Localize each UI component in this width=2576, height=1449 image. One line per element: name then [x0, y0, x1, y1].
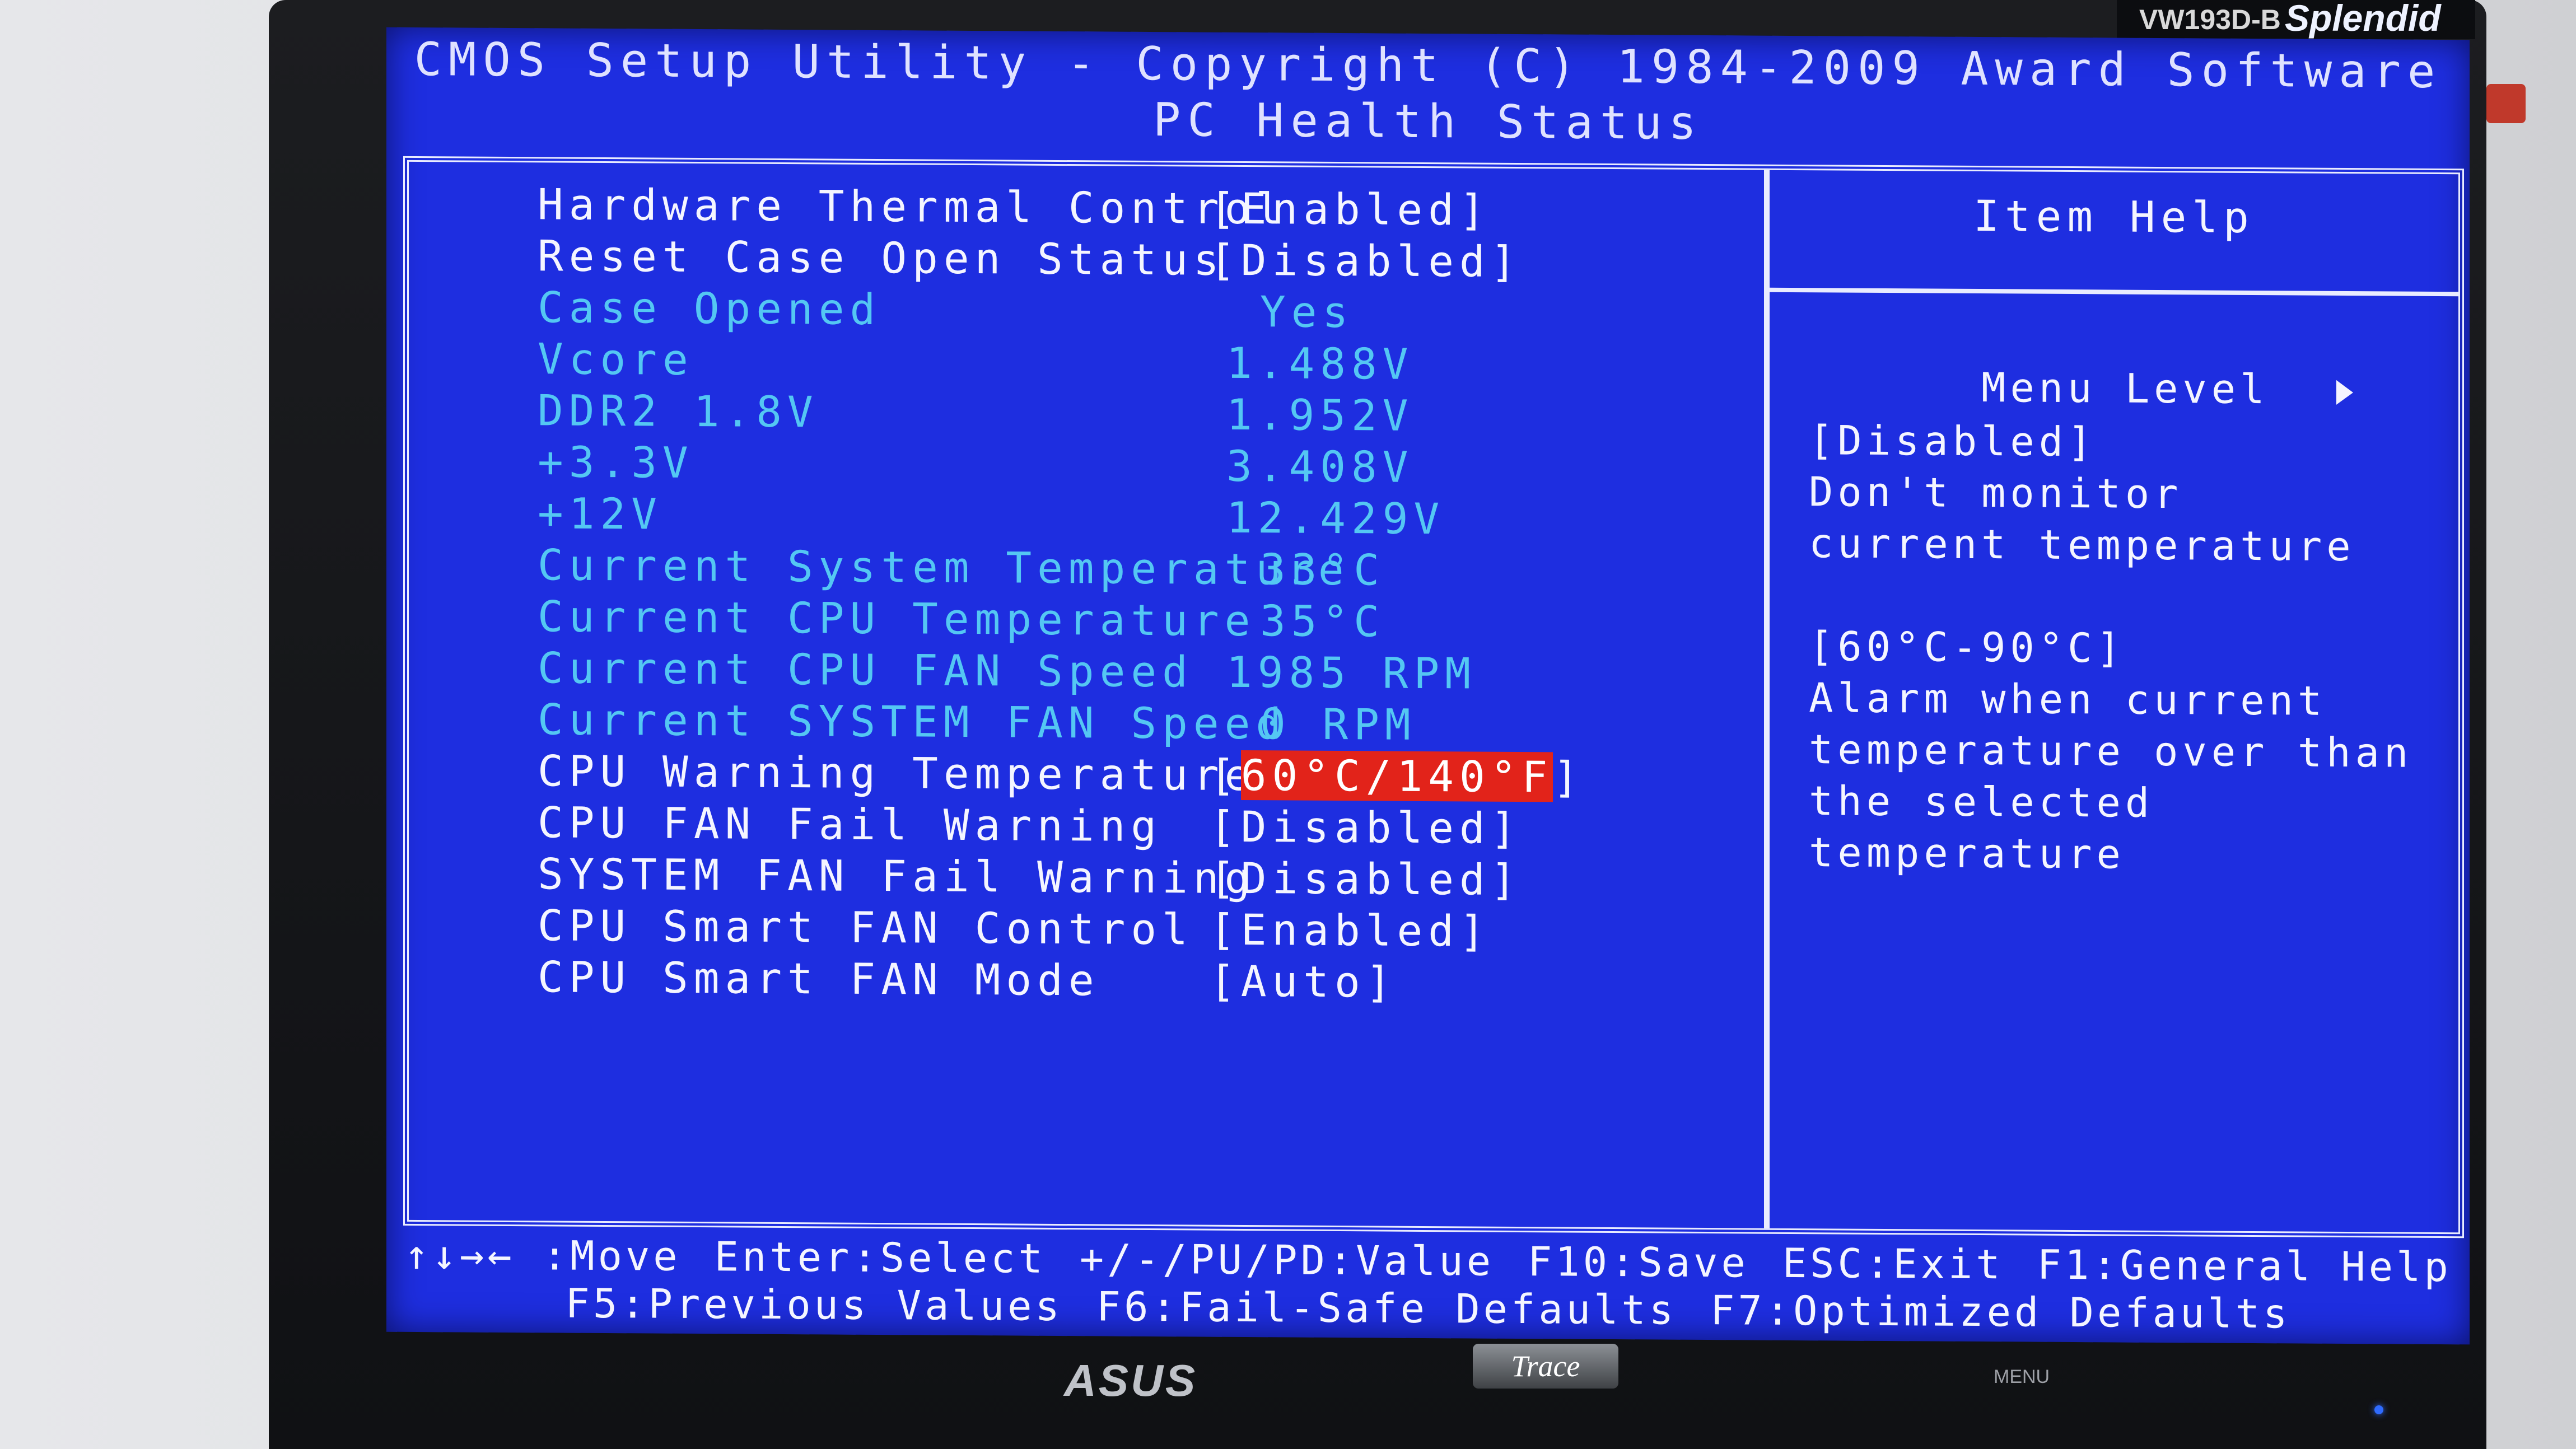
setting-value: 0 RPM [1260, 699, 1416, 750]
page-subtitle: PC Health Status [1153, 94, 1703, 150]
footer-key-hint: ESC:Exit [1782, 1239, 2004, 1288]
footer-key-hint: F7:Optimized Defaults [1710, 1287, 2291, 1338]
setting-value: 1.488V [1226, 338, 1414, 389]
setting-label: Current System Temperature [538, 540, 1350, 595]
help-separator [1770, 287, 2458, 297]
footer-key-hint: ↑↓→← :Move [404, 1231, 681, 1280]
footer-key-hint: F1:General Help [2037, 1241, 2452, 1291]
setting-label: +12V [538, 488, 663, 539]
setting-label: Current CPU FAN Speed [538, 643, 1193, 697]
setting-label: Current CPU Temperature [538, 591, 1256, 646]
setting-value: 3.408V [1226, 441, 1414, 492]
model-plate: VW193D-B Splendid [2117, 0, 2475, 39]
setting-value: 35°C [1260, 596, 1385, 647]
footer-key-hint: +/-/PU/PD:Value [1079, 1235, 1495, 1285]
setting-label: Case Opened [538, 282, 881, 335]
setting-value[interactable]: [Disabled] [1210, 802, 1522, 853]
panel-divider [1764, 170, 1770, 1228]
setting-label: Reset Case Open Status [538, 231, 1225, 285]
setting-value[interactable]: [Disabled] [1210, 235, 1522, 287]
help-line: [Disabled] [1809, 417, 2097, 466]
help-text: [Disabled] Don't monitor current temperatu… [409, 162, 2458, 877]
setting-value: 12.429V [1226, 492, 1445, 544]
setting-label: CPU Smart FAN Mode [538, 952, 1100, 1006]
page-title: CMOS Setup Utility - Copyright (C) 1984-… [414, 32, 2442, 99]
selected-value-highlight[interactable]: 60°C/140°F [1240, 750, 1553, 802]
help-line: temperature over than [1809, 726, 2413, 777]
setting-label: CPU Warning Temperature [538, 746, 1256, 801]
help-line: [60°C-90°C] [1809, 623, 2125, 672]
footer-key-hint: F5:Previous Values [565, 1279, 1063, 1330]
bios-screen: CMOS Setup Utility - Copyright (C) 1984-… [386, 27, 2470, 1345]
main-frame: Hardware Thermal Control [Enabled] Reset C… [403, 156, 2464, 1238]
setting-value[interactable]: [Auto] [1210, 956, 1397, 1007]
footer-key-hint: F6:Fail-Safe Defaults [1096, 1283, 1677, 1334]
help-line: temperature [1809, 829, 2125, 878]
setting-label: +3.3V [538, 437, 694, 488]
menu-level-label: Menu Level [1981, 364, 2269, 413]
setting-value: 33°C [1260, 544, 1385, 595]
setting-label: CPU FAN Fail Warning [538, 797, 1163, 852]
trace-badge: Trace [1473, 1344, 1618, 1389]
setting-value: 1.952V [1226, 389, 1414, 441]
menu-level-arrow-icon [2336, 380, 2353, 405]
asus-logo: ASUS [1064, 1355, 1198, 1405]
footer-key-hint: Enter:Select [714, 1233, 1046, 1282]
model-label: VW193D-B [2139, 4, 2281, 35]
setting-label: Hardware Thermal Control [538, 179, 1287, 234]
help-line: Don't monitor [1809, 468, 2183, 518]
splendid-logo: Splendid [2285, 0, 2441, 39]
setting-label: Current SYSTEM FAN Speed [538, 694, 1287, 749]
setting-label: Vcore [538, 334, 694, 385]
setting-value: Yes [1260, 287, 1354, 338]
setting-value[interactable]: [Enabled] [1210, 905, 1491, 956]
help-line: Alarm when current [1809, 674, 2327, 724]
help-line: current temperature [1809, 520, 2355, 571]
setting-value[interactable]: [60°C/140°F] [1210, 750, 1584, 802]
power-led-icon [2374, 1405, 2383, 1414]
setting-label: DDR2 1.8V [538, 385, 819, 437]
item-help-title: Item Help [1973, 190, 2255, 243]
setting-value: 1985 RPM [1226, 647, 1477, 699]
setting-value[interactable]: [Disabled] [1210, 853, 1522, 905]
setting-value[interactable]: [Enabled] [1210, 184, 1491, 235]
setting-label: CPU Smart FAN Control [538, 900, 1193, 955]
menu-button[interactable]: MENU [1994, 1366, 2050, 1388]
footer-key-hint: F10:Save [1528, 1238, 1749, 1287]
help-line: the selected [1809, 777, 2154, 826]
splendid-side-icon [2486, 84, 2526, 123]
settings-list: Hardware Thermal Control [Enabled] Reset C… [409, 162, 2458, 1007]
setting-label: SYSTEM FAN Fail Warning [538, 849, 1256, 904]
